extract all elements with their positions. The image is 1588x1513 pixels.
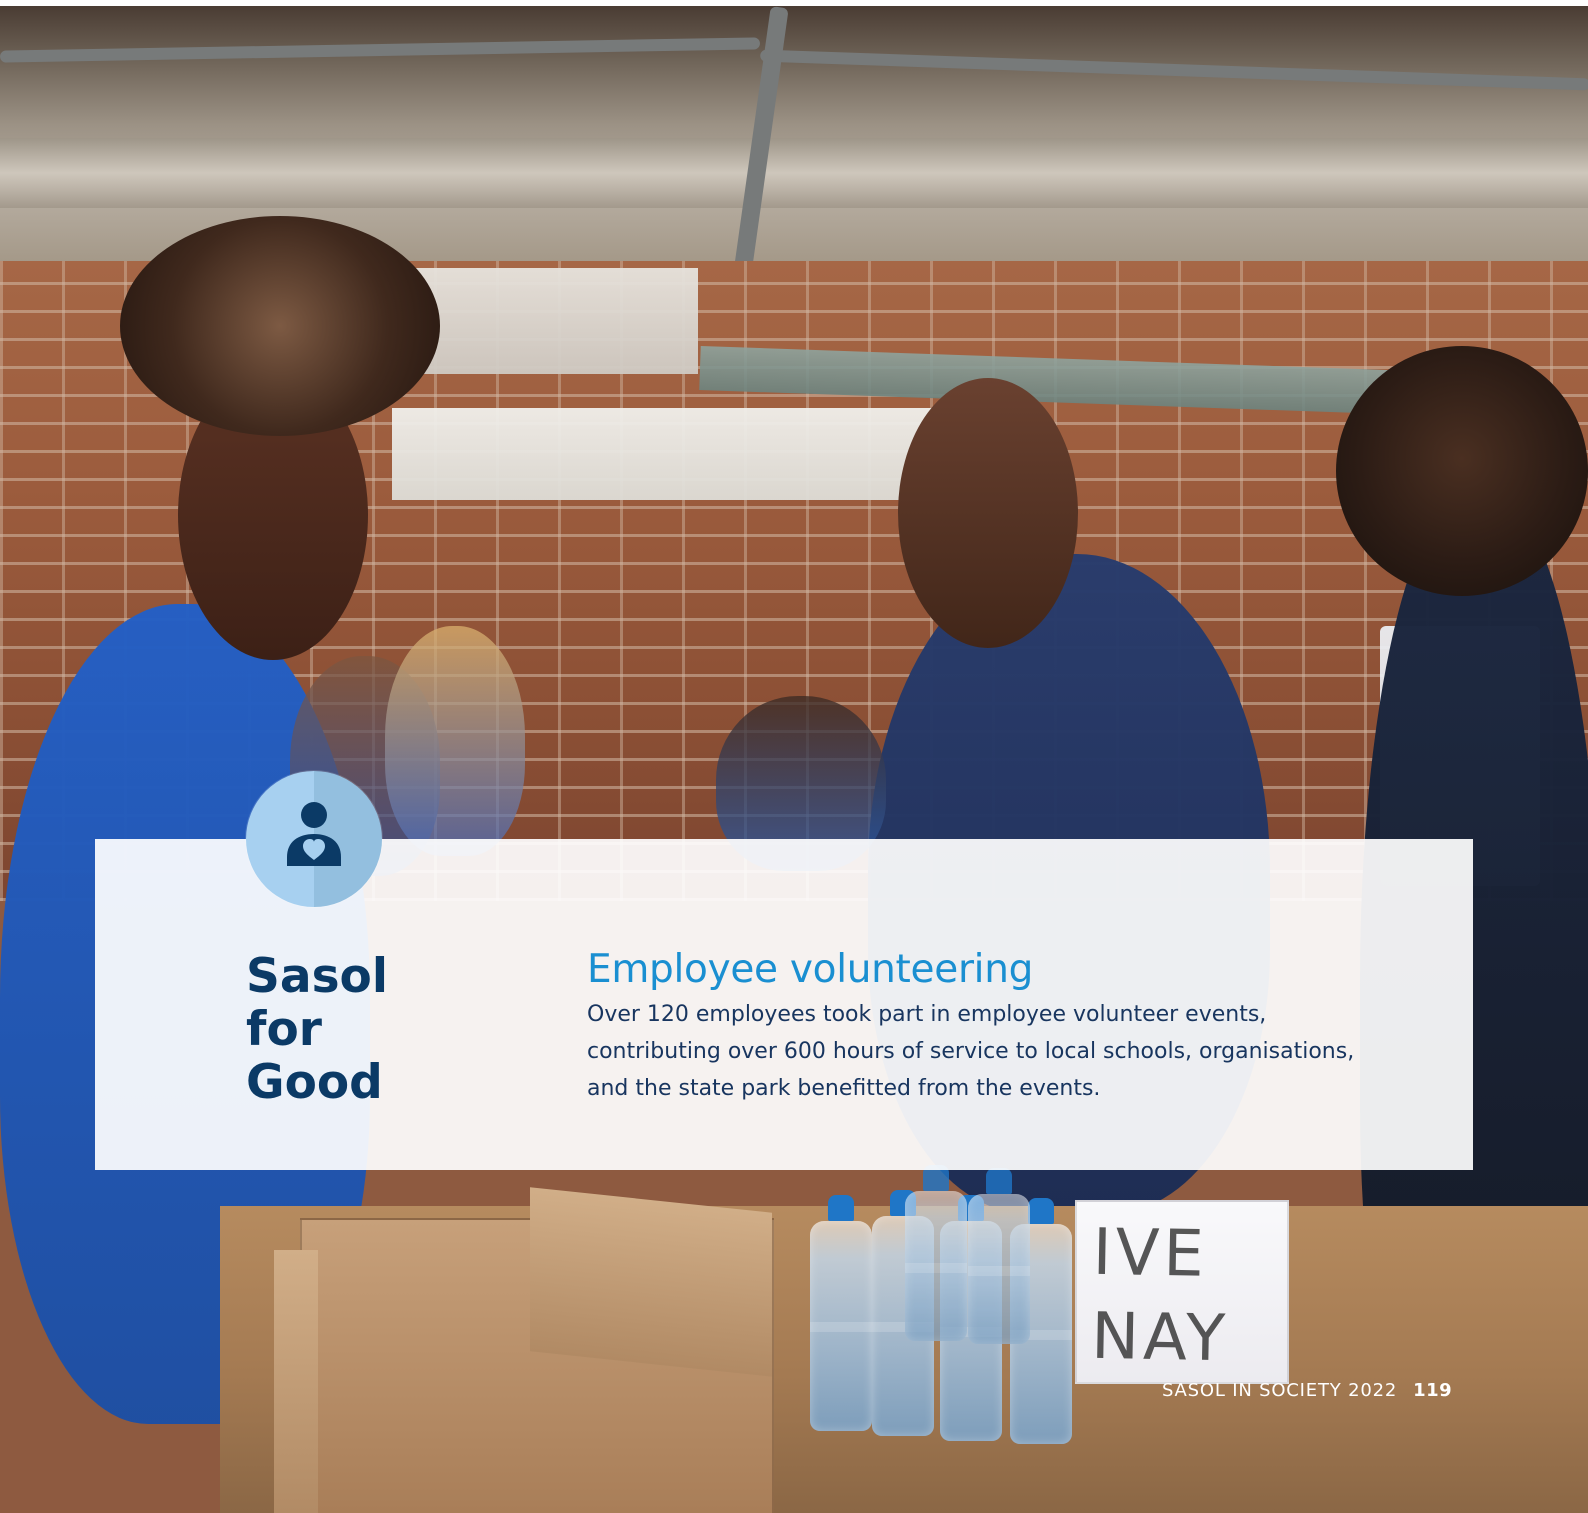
wall-window: [392, 408, 952, 500]
ceiling-beam: [0, 138, 1588, 208]
left-volunteer-hair: [120, 216, 440, 436]
water-bottle: [968, 1168, 1030, 1344]
page: IVE NAY Sasol for Good Employee volunteer…: [0, 0, 1588, 1513]
person-heart-icon: [287, 802, 341, 866]
volunteer-photo: IVE NAY: [0, 6, 1588, 1513]
page-number: 119: [1413, 1380, 1453, 1401]
volunteer-badge: [246, 771, 382, 907]
right-volunteer-hair: [1336, 346, 1588, 596]
section-body: Over 120 employees took part in employee…: [587, 1002, 1355, 1101]
section-heading: Employee volunteering: [587, 947, 1034, 992]
footer: SASOL IN SOCIETY 2022 119: [1162, 1380, 1452, 1401]
background-volunteer-2: [385, 626, 525, 856]
water-bottle: [810, 1195, 872, 1431]
wall-unit: [400, 268, 698, 374]
cardboard-box-flap-side: [274, 1250, 318, 1513]
box-sign-text: IVE NAY: [1090, 1215, 1230, 1377]
center-volunteer-head: [898, 378, 1078, 648]
cardboard-box-flap-back: [530, 1187, 772, 1377]
footer-label: SASOL IN SOCIETY 2022: [1162, 1380, 1398, 1401]
page-title: Sasol for Good: [246, 949, 388, 1110]
water-bottle: [905, 1165, 967, 1341]
